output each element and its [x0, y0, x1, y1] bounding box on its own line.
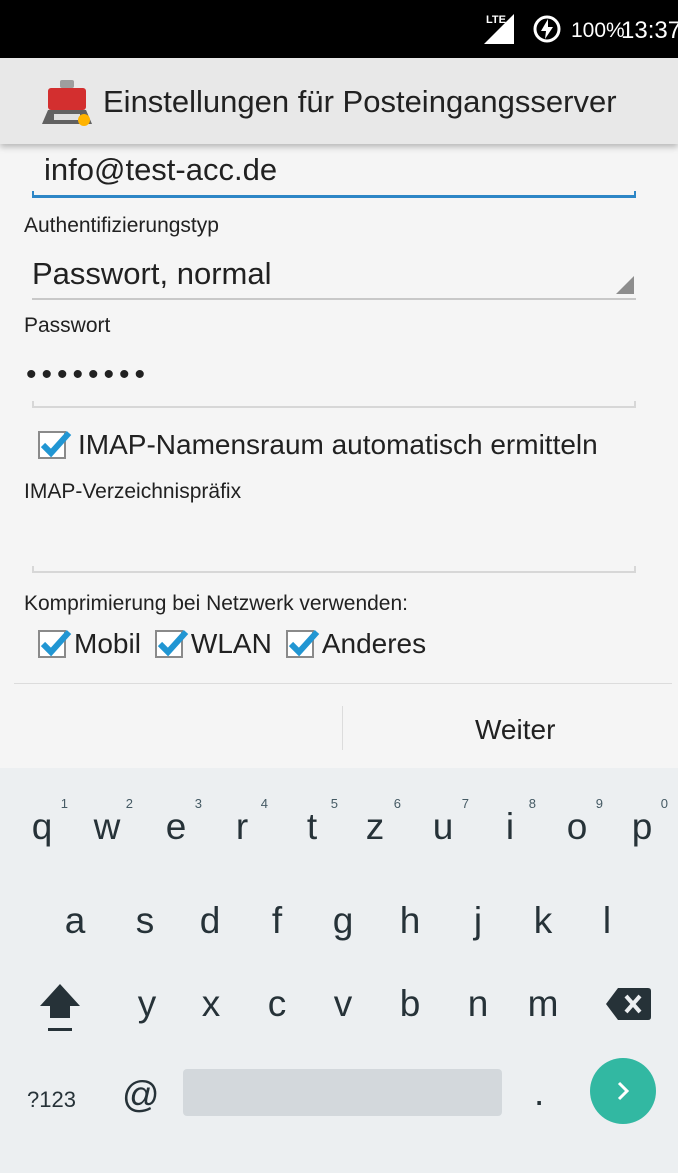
password-value: •••••••• — [26, 358, 151, 391]
battery-charging-icon — [533, 15, 561, 43]
auth-type-value: Passwort, normal — [32, 256, 272, 291]
imap-prefix-field[interactable] — [32, 515, 636, 573]
next-button[interactable]: Weiter — [343, 684, 672, 768]
page-title: Einstellungen für Posteingangsserver — [103, 84, 617, 119]
app-logo-icon[interactable] — [40, 78, 94, 128]
imap-prefix-label: IMAP-Verzeichnispräfix — [24, 480, 242, 503]
checkbox-checked-icon — [154, 629, 189, 658]
key-j[interactable]: j — [448, 900, 508, 942]
key-l[interactable]: l — [577, 900, 637, 942]
key-k[interactable]: k — [513, 900, 573, 942]
username-field[interactable]: info@test-acc.de — [32, 144, 636, 198]
key-t[interactable]: t5 — [282, 796, 342, 848]
action-bar: Einstellungen für Posteingangsserver — [0, 58, 678, 144]
auth-type-spinner[interactable]: Passwort, normal — [32, 250, 636, 300]
symbols-key[interactable]: ?123 — [27, 1087, 76, 1113]
key-hint: 2 — [125, 796, 133, 811]
key-e[interactable]: e3 — [146, 796, 206, 848]
soft-keyboard: ?123 @ . q1w2e3r4t5z6u7i8o9p0 asdfghjkl yx… — [0, 768, 678, 1173]
key-c[interactable]: c — [247, 983, 307, 1025]
key-f[interactable]: f — [247, 900, 307, 942]
key-o[interactable]: o9 — [547, 796, 607, 848]
auth-type-label: Authentifizierungstyp — [24, 214, 219, 237]
key-r[interactable]: r4 — [212, 796, 272, 848]
key-i[interactable]: i8 — [480, 796, 540, 848]
key-hint: 7 — [461, 796, 469, 811]
key-d[interactable]: d — [180, 900, 240, 942]
period-key[interactable]: . — [534, 1072, 544, 1114]
key-p[interactable]: p0 — [612, 796, 672, 848]
key-hint: 0 — [660, 796, 668, 811]
checkbox-checked-icon — [38, 430, 72, 459]
space-key[interactable] — [183, 1069, 502, 1116]
checkbox-checked-icon — [285, 629, 320, 658]
compression-label: Komprimierung bei Netzwerk verwenden: — [24, 592, 408, 615]
next-button-label: Weiter — [475, 714, 556, 745]
key-w[interactable]: w2 — [77, 796, 137, 848]
compression-wlan-label: WLAN — [190, 628, 272, 659]
key-s[interactable]: s — [115, 900, 175, 942]
status-bar: LTE 100% 13:37 — [0, 0, 678, 58]
at-key[interactable]: @ — [122, 1074, 160, 1116]
key-v[interactable]: v — [313, 983, 373, 1025]
compression-mobile-checkbox[interactable]: Mobil — [38, 628, 141, 660]
key-x[interactable]: x — [181, 983, 241, 1025]
key-a[interactable]: a — [45, 900, 105, 942]
button-bar: Weiter — [14, 683, 672, 768]
key-hint: 9 — [595, 796, 603, 811]
key-z[interactable]: z6 — [345, 796, 405, 848]
empty-button-slot — [14, 684, 342, 768]
compression-wlan-checkbox[interactable]: WLAN — [154, 628, 272, 660]
password-label: Passwort — [24, 314, 111, 337]
key-h[interactable]: h — [380, 900, 440, 942]
compression-other-label: Anderes — [321, 628, 427, 659]
battery-percent: 100% — [571, 19, 625, 42]
shift-key-icon[interactable] — [36, 980, 84, 1036]
compression-options: Mobil WLAN Anderes — [38, 624, 440, 664]
key-g[interactable]: g — [313, 900, 373, 942]
username-value: info@test-acc.de — [44, 152, 278, 187]
key-hint: 8 — [528, 796, 536, 811]
imap-namespace-label: IMAP-Namensraum automatisch ermitteln — [78, 429, 598, 460]
clock: 13:37 — [621, 17, 678, 44]
key-hint: 6 — [393, 796, 401, 811]
enter-key[interactable] — [590, 1058, 656, 1124]
chevron-right-icon — [617, 1081, 630, 1101]
key-n[interactable]: n — [448, 983, 508, 1025]
key-hint: 5 — [330, 796, 338, 811]
key-u[interactable]: u7 — [413, 796, 473, 848]
backspace-key-icon[interactable] — [604, 984, 652, 1024]
password-field[interactable]: •••••••• — [26, 352, 636, 408]
key-hint: 3 — [194, 796, 202, 811]
key-q[interactable]: q1 — [12, 796, 72, 848]
compression-other-checkbox[interactable]: Anderes — [285, 628, 427, 660]
key-m[interactable]: m — [513, 983, 573, 1025]
key-b[interactable]: b — [380, 983, 440, 1025]
key-hint: 1 — [60, 796, 68, 811]
imap-namespace-checkbox[interactable]: IMAP-Namensraum automatisch ermitteln — [38, 425, 598, 465]
network-type: LTE — [486, 14, 506, 26]
username-underline — [32, 191, 636, 198]
checkbox-checked-icon — [38, 629, 72, 658]
key-hint: 4 — [260, 796, 268, 811]
dropdown-triangle-icon — [616, 276, 634, 294]
compression-mobile-label: Mobil — [74, 628, 141, 659]
key-y[interactable]: y — [117, 983, 177, 1025]
